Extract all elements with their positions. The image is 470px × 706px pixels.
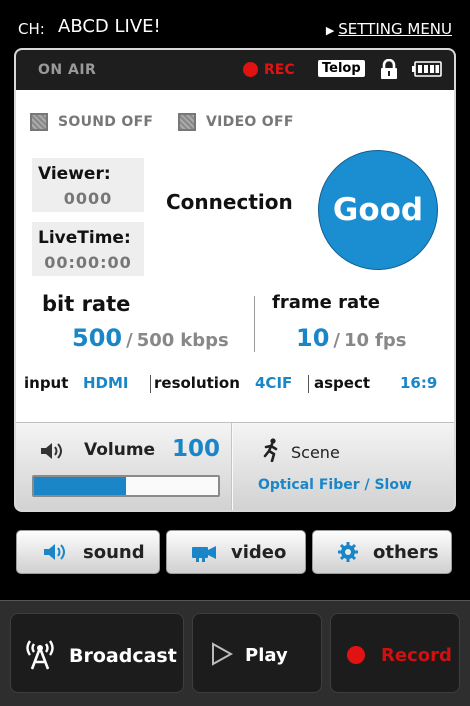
speaker-icon bbox=[44, 544, 65, 560]
bitrate-max: 500 bbox=[136, 330, 175, 351]
antenna-icon bbox=[26, 640, 54, 670]
row-divider bbox=[231, 423, 233, 510]
broadcast-label: Broadcast bbox=[69, 645, 177, 667]
volume-value: 100 bbox=[172, 436, 221, 462]
channel-label: CH: bbox=[18, 20, 45, 38]
livetime-label: LiveTime: bbox=[38, 228, 131, 248]
livetime-box: LiveTime: 00:00:00 bbox=[32, 222, 144, 276]
bitrate-value: 500/500 kbps bbox=[72, 324, 229, 352]
setting-menu-link[interactable]: ▶ SETTING MENU bbox=[326, 20, 452, 38]
lock-icon[interactable] bbox=[378, 59, 400, 79]
livetime-value: 00:00:00 bbox=[44, 253, 132, 272]
scene-value[interactable]: Optical Fiber / Slow bbox=[258, 477, 412, 493]
rate-divider bbox=[254, 296, 255, 352]
broadcast-button[interactable]: Broadcast bbox=[10, 613, 184, 693]
sound-tab-button[interactable]: sound bbox=[16, 530, 160, 574]
others-tab-label: others bbox=[373, 542, 439, 563]
top-bar: CH: ABCD LIVE! ▶ SETTING MENU bbox=[0, 0, 470, 48]
connection-label: Connection bbox=[166, 190, 293, 214]
bitrate-unit: kbps bbox=[180, 330, 229, 351]
viewer-box: Viewer: 0000 bbox=[32, 158, 144, 212]
volume-label: Volume bbox=[84, 440, 156, 460]
telop-badge[interactable]: Telop bbox=[318, 60, 365, 77]
speaker-icon bbox=[41, 443, 62, 459]
sound-off-toggle[interactable]: SOUND OFF bbox=[30, 110, 153, 134]
play-button[interactable]: Play bbox=[192, 613, 322, 693]
play-label: Play bbox=[245, 645, 288, 666]
volume-slider[interactable] bbox=[32, 475, 220, 497]
scene-label: Scene bbox=[291, 443, 340, 462]
status-bar: ON AIR REC Telop bbox=[16, 50, 454, 90]
on-air-indicator: ON AIR bbox=[38, 62, 97, 78]
spec-divider bbox=[308, 375, 309, 393]
setting-menu-label: SETTING MENU bbox=[338, 20, 452, 38]
rec-indicator: REC bbox=[264, 62, 295, 78]
video-off-label: VIDEO OFF bbox=[206, 114, 294, 130]
battery-icon bbox=[412, 61, 442, 77]
video-off-checkbox[interactable] bbox=[178, 113, 196, 131]
bitrate-current: 500 bbox=[72, 324, 123, 352]
input-label: input bbox=[24, 374, 69, 392]
gear-icon bbox=[338, 542, 358, 562]
volume-scene-row: Volume 100 Scene Optical Fiber / Slow bbox=[16, 422, 454, 510]
resolution-value: 4CIF bbox=[255, 374, 293, 392]
status-panel: ON AIR REC Telop SOUND OFF VIDEO OFF Vie… bbox=[14, 48, 456, 512]
record-dot-icon bbox=[347, 646, 365, 664]
framerate-label: frame rate bbox=[272, 292, 380, 313]
video-off-toggle[interactable]: VIDEO OFF bbox=[178, 110, 294, 134]
input-value: HDMI bbox=[83, 374, 129, 392]
framerate-value: 10/10 fps bbox=[296, 324, 407, 352]
record-button[interactable]: Record bbox=[330, 613, 460, 693]
rec-dot-icon bbox=[243, 62, 258, 77]
spec-divider bbox=[150, 375, 151, 393]
sound-tab-label: sound bbox=[83, 542, 145, 563]
action-bar: Broadcast Play Record bbox=[0, 600, 470, 706]
resolution-label: resolution bbox=[154, 374, 240, 392]
running-person-icon bbox=[263, 438, 278, 462]
framerate-max: 10 bbox=[343, 330, 370, 351]
sound-off-label: SOUND OFF bbox=[58, 114, 154, 130]
sound-off-checkbox[interactable] bbox=[30, 113, 48, 131]
framerate-unit: fps bbox=[375, 330, 407, 351]
framerate-current: 10 bbox=[296, 324, 330, 352]
others-tab-button[interactable]: others bbox=[312, 530, 452, 574]
video-tab-button[interactable]: video bbox=[166, 530, 306, 574]
video-tab-label: video bbox=[231, 542, 287, 563]
aspect-value: 16:9 bbox=[400, 374, 438, 392]
play-icon bbox=[212, 642, 233, 666]
camera-icon bbox=[192, 546, 216, 562]
aspect-label: aspect bbox=[314, 374, 371, 392]
channel-name: ABCD LIVE! bbox=[58, 16, 161, 37]
connection-status-badge: Good bbox=[318, 150, 438, 270]
triangle-right-icon: ▶ bbox=[325, 24, 335, 37]
viewer-value: 0000 bbox=[63, 189, 113, 208]
volume-slider-fill bbox=[34, 477, 126, 495]
bitrate-label: bit rate bbox=[42, 292, 131, 316]
viewer-label: Viewer: bbox=[38, 164, 111, 184]
record-label: Record bbox=[381, 645, 452, 666]
